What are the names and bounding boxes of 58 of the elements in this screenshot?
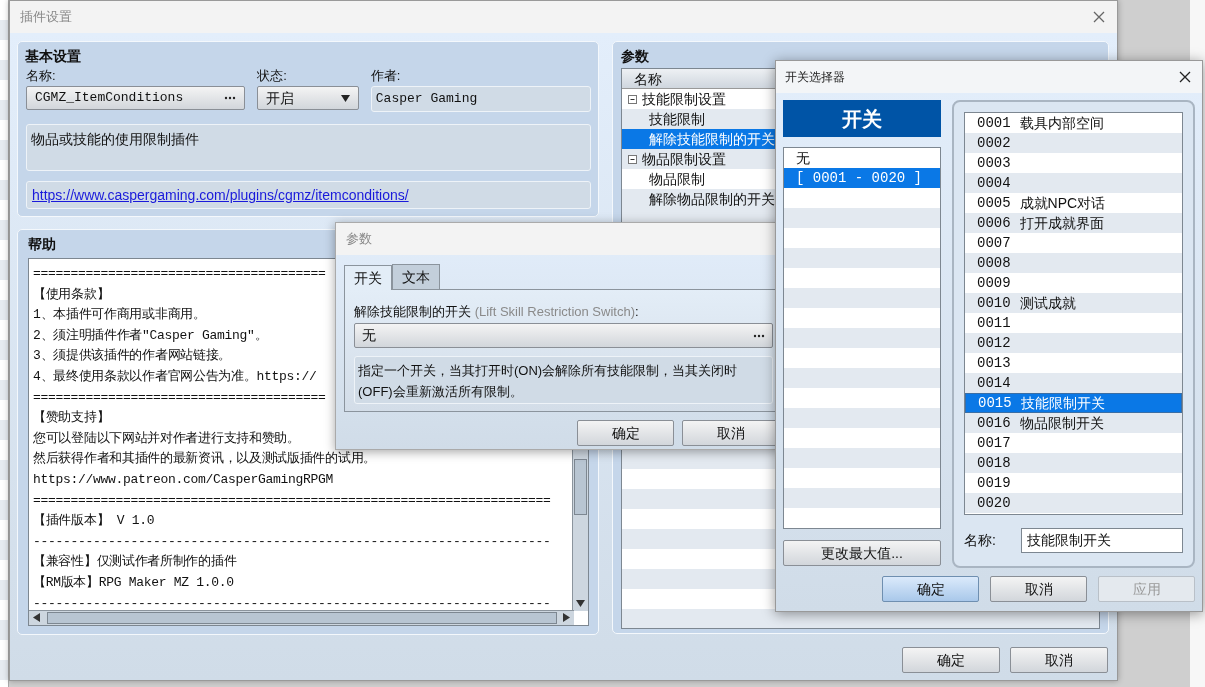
help-text-line: 您可以登陆以下网站并对作者进行支持和赞助。	[33, 429, 300, 448]
field-label: 名称:	[26, 68, 56, 84]
help-text-line: ---------------------------------------------------------------------	[33, 532, 551, 551]
switch-name: 物品限制开关	[1019, 413, 1104, 433]
switch-id: 0008	[977, 253, 1011, 273]
help-text-line: =====================================================================	[33, 491, 551, 510]
switch-name: 载具内部空间	[1019, 113, 1104, 133]
switch-name: 打开成就界面	[1019, 213, 1104, 233]
switch-id: 0002	[977, 133, 1011, 153]
switch-id: 0016	[977, 413, 1011, 433]
switch-id: 0003	[977, 153, 1011, 173]
switch-id: 0015	[978, 393, 1012, 413]
window-title: 插件设置	[20, 8, 72, 27]
switch-id: 0005	[977, 193, 1011, 213]
panel-title: 参数	[621, 47, 649, 66]
field-label: 解除技能限制的开关 (Lift Skill Restriction Switch):	[354, 303, 639, 321]
switch-id: 0010	[977, 293, 1011, 313]
panel-title: 基本设置	[25, 47, 81, 66]
panel-title: 帮助	[28, 235, 56, 254]
description-field: 物品或技能的使用限制插件	[26, 124, 591, 171]
help-text-line: 【兼容性】仅测试作者所制作的插件	[33, 553, 237, 572]
help-text-line: 【赞助支持】	[33, 409, 110, 428]
list-header: 开关	[783, 100, 941, 137]
help-text-line: 【RM版本】RPG Maker MZ 1.0.0	[33, 573, 234, 592]
switch-id: 0007	[977, 233, 1011, 253]
help-text-line: 3、须提供该插件的作者网站链接。	[33, 347, 231, 366]
switch-id: 0001	[977, 113, 1011, 133]
author-field: Casper Gaming	[370, 86, 591, 112]
switch-id: 0018	[977, 453, 1011, 473]
switch-id: 0012	[977, 333, 1011, 353]
help-text-line: ---------------------------------------------------------------------	[33, 594, 551, 613]
switch-id: 0014	[977, 373, 1011, 393]
switch-id: 0009	[977, 273, 1011, 293]
description-text: 指定一个开关，当其打开时(ON)会解除所有技能限制，当其关闭时(OFF)会重新激活所有限制。	[354, 356, 773, 404]
switch-id: 0006	[977, 213, 1011, 233]
field-label: 状态:	[257, 68, 287, 84]
switch-name: 成就NPC对话	[1019, 193, 1106, 213]
dialog-title: 参数	[346, 230, 372, 249]
help-text-line: 【插件版本】 V 1.0	[33, 512, 155, 531]
switch-id: 0019	[977, 473, 1011, 493]
switch-id: 0020	[977, 493, 1011, 513]
help-text-line: =======================================	[33, 265, 326, 283]
field-label: 作者:	[370, 68, 401, 84]
help-text-line: 【使用条款】	[33, 285, 110, 304]
help-text-line: 2、须注明插件作者"Casper Gaming"。	[33, 326, 268, 345]
help-text-line: https://www.patreon.com/CasperGamingRPGM	[33, 470, 334, 489]
switch-id: 0013	[977, 353, 1011, 373]
help-text-line: =======================================	[33, 388, 326, 407]
switch-id: 0017	[977, 433, 1011, 453]
help-text-line: 然后获得作者和其插件的最新资讯，以及测试版插件的试用。	[33, 450, 376, 469]
help-text-line: 1、本插件可作商用或非商用。	[33, 306, 206, 325]
help-text-line: 4、最终使用条款以作者官网公告为准。https://	[33, 367, 317, 386]
field-label: 名称:	[964, 531, 997, 550]
switch-id: 0011	[977, 313, 1011, 333]
switch-name: 测试成就	[1019, 293, 1076, 313]
switch-id: 0004	[977, 173, 1011, 193]
switch-name: 技能限制开关	[1020, 393, 1105, 413]
dialog-title: 开关选择器	[785, 69, 845, 86]
